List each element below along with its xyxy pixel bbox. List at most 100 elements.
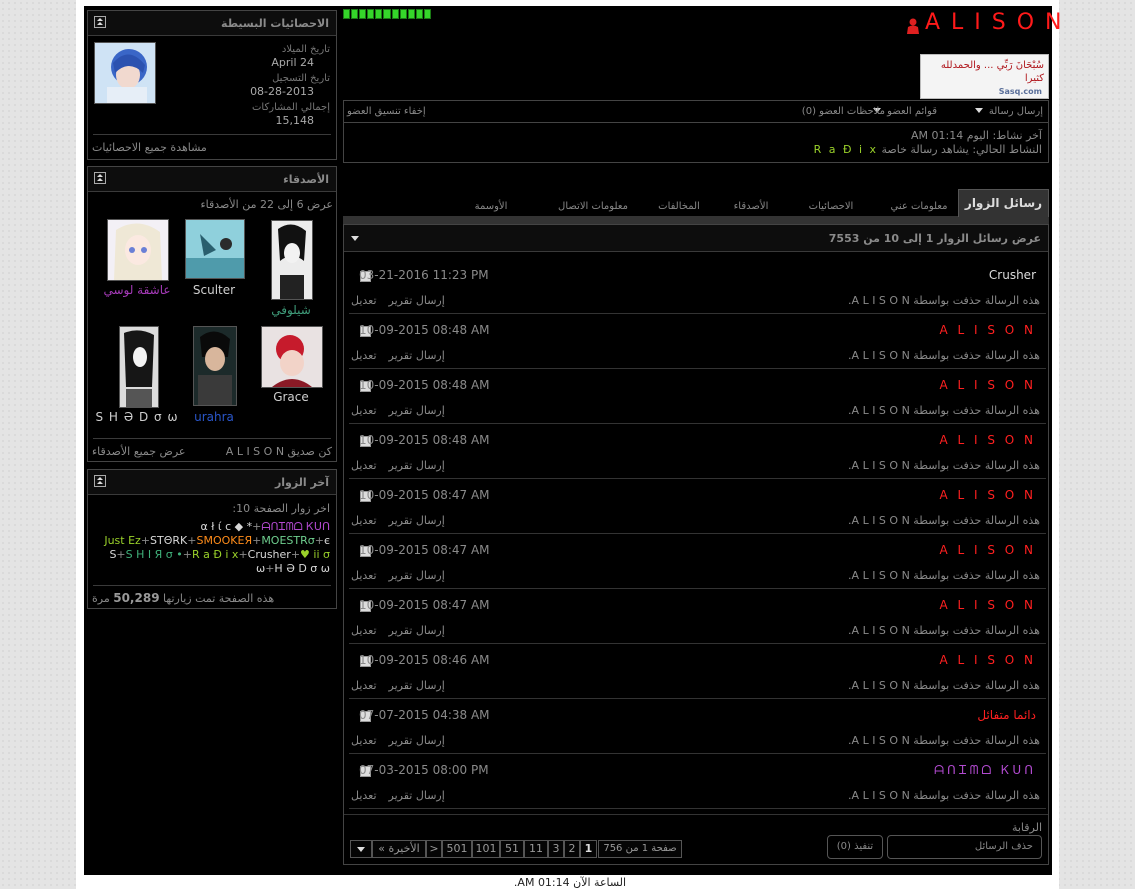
- visitor-name[interactable]: ω: [256, 562, 265, 575]
- friend-name[interactable]: عاشقة لوسي: [92, 283, 182, 297]
- visit-count: هذه الصفحة تمت زيارتها 50,289 مرة: [92, 591, 274, 605]
- report-link[interactable]: إرسال تقرير: [389, 514, 445, 527]
- send-message-menu[interactable]: إرسال رسالة: [974, 106, 1043, 117]
- visitors-last10: اخر زوار الصفحة 10:: [232, 502, 330, 515]
- member-notes-link[interactable]: ملاحظات العضو (0): [802, 106, 885, 117]
- report-link[interactable]: إرسال تقرير: [389, 404, 445, 417]
- edit-link[interactable]: تعديل: [351, 679, 377, 692]
- report-link[interactable]: إرسال تقرير: [389, 349, 445, 362]
- message-row: 07-03-2015 08:00 PM ᗩᑎᏆᗰᗝ Ꮶᑌᑎ هذه الرسالة …: [349, 753, 1046, 809]
- view-all-friends-link[interactable]: عرض جميع الأصدقاء: [92, 445, 185, 458]
- collapse-icon[interactable]: [94, 16, 106, 28]
- page-1[interactable]: 1: [580, 840, 597, 858]
- pagination-menu[interactable]: [350, 840, 372, 858]
- message-sender[interactable]: A L I S O N: [939, 653, 1036, 667]
- user-title-image-site: Sasq.com: [998, 87, 1042, 96]
- edit-link[interactable]: تعديل: [351, 294, 377, 307]
- visitor-name[interactable]: ᗩᑎᏆᗰᗝ Ꮶᑌᑎ: [261, 520, 330, 533]
- report-link[interactable]: إرسال تقرير: [389, 624, 445, 637]
- report-link[interactable]: إرسال تقرير: [389, 294, 445, 307]
- friend-name[interactable]: S H Ә D σ ω: [92, 410, 182, 424]
- profile-username: A L I S O N: [925, 10, 1064, 35]
- report-link[interactable]: إرسال تقرير: [389, 734, 445, 747]
- message-sender[interactable]: A L I S O N: [939, 378, 1036, 392]
- friend-avatar[interactable]: [261, 326, 323, 388]
- current-activity-user[interactable]: R a Đ i x: [814, 143, 878, 156]
- visitor-name[interactable]: R a Đ i x: [192, 548, 238, 561]
- message-sender[interactable]: A L I S O N: [939, 598, 1036, 612]
- friend-name[interactable]: urahra: [169, 410, 259, 424]
- tab-about-me[interactable]: معلومات عني: [880, 195, 958, 217]
- visitor-separator: +: [252, 520, 262, 533]
- message-time: 08:48 AM: [432, 433, 490, 447]
- friend-avatar[interactable]: [193, 326, 237, 406]
- message-sender[interactable]: ᗩᑎᏆᗰᗝ Ꮶᑌᑎ: [934, 763, 1036, 778]
- visitor-name[interactable]: SMOOKEЯ: [196, 534, 252, 547]
- profile-menu-bar: [343, 100, 1049, 123]
- tab-awards[interactable]: الأوسمة: [452, 195, 530, 217]
- moderation-execute-button[interactable]: (0) تنفيذ: [827, 835, 883, 859]
- tab-statistics[interactable]: الاحصائيات: [792, 195, 870, 217]
- collapse-icon[interactable]: [94, 172, 106, 184]
- next-page[interactable]: >: [426, 840, 442, 858]
- message-controls: إرسال تقرير تعديل: [351, 349, 445, 362]
- message-sender[interactable]: A L I S O N: [939, 433, 1036, 447]
- visitor-separator: +: [140, 534, 151, 547]
- tab-friends[interactable]: الأصدقاء: [712, 195, 790, 217]
- report-link[interactable]: إرسال تقرير: [389, 569, 445, 582]
- last-page[interactable]: الأخيرة »: [372, 840, 426, 858]
- friend-avatar[interactable]: [107, 219, 169, 281]
- visitors-title: آخر الزوار: [88, 470, 336, 495]
- message-date: 10-09-2015: [359, 433, 429, 447]
- page-501[interactable]: 501: [442, 840, 472, 858]
- report-link[interactable]: إرسال تقرير: [389, 789, 445, 802]
- friend-avatar[interactable]: [271, 220, 313, 300]
- friend-avatar[interactable]: [185, 219, 245, 279]
- page-3[interactable]: 3: [548, 840, 564, 858]
- page-101[interactable]: 101: [472, 840, 500, 858]
- edit-link[interactable]: تعديل: [351, 349, 377, 362]
- moderation-select[interactable]: حذف الرسائل: [887, 835, 1042, 859]
- edit-link[interactable]: تعديل: [351, 789, 377, 802]
- page-11[interactable]: 11: [524, 840, 548, 858]
- visit-count-suffix: مرة: [92, 592, 110, 605]
- message-sender[interactable]: A L I S O N: [939, 488, 1036, 502]
- chevron-down-icon[interactable]: [351, 236, 359, 241]
- tab-contact-info[interactable]: معلومات الاتصال: [548, 195, 638, 217]
- view-all-stats-link[interactable]: مشاهدة جميع الاحصائيات: [92, 141, 207, 154]
- message-row: 10-09-2015 08:47 AM A L I S O N هذه الرسال…: [349, 478, 1046, 534]
- visitor-name[interactable]: Crusher: [248, 548, 291, 561]
- edit-link[interactable]: تعديل: [351, 624, 377, 637]
- message-sender[interactable]: A L I S O N: [939, 543, 1036, 557]
- edit-link[interactable]: تعديل: [351, 514, 377, 527]
- page-2[interactable]: 2: [564, 840, 580, 858]
- report-link[interactable]: إرسال تقرير: [389, 459, 445, 472]
- message-body: هذه الرسالة حذفت بواسطة A L I S O N.: [848, 789, 1040, 802]
- edit-link[interactable]: تعديل: [351, 734, 377, 747]
- visitor-name[interactable]: STΘRK: [150, 534, 187, 547]
- page-51[interactable]: 51: [500, 840, 524, 858]
- message-sender[interactable]: دائما متفائل: [977, 708, 1036, 722]
- visitor-name[interactable]: • S H I Я σ: [126, 548, 183, 561]
- be-friend-link[interactable]: كن صديق A L I S O N: [226, 445, 332, 458]
- hide-style-link[interactable]: إخفاء تنسيق العضو: [347, 106, 426, 117]
- edit-link[interactable]: تعديل: [351, 459, 377, 472]
- friend-name[interactable]: Sculter: [169, 283, 259, 297]
- message-row: 10-09-2015 08:47 AM A L I S O N هذه الرسال…: [349, 533, 1046, 589]
- friend-name[interactable]: Grace: [246, 390, 336, 404]
- collapse-icon[interactable]: [94, 475, 106, 487]
- message-sender[interactable]: Crusher: [989, 268, 1036, 282]
- message-date: 10-09-2015: [359, 543, 429, 557]
- report-link[interactable]: إرسال تقرير: [389, 679, 445, 692]
- friend-name[interactable]: شيلوفي: [246, 303, 336, 317]
- edit-link[interactable]: تعديل: [351, 569, 377, 582]
- bottom-sep: [344, 814, 1048, 815]
- friend-avatar[interactable]: [119, 326, 159, 408]
- edit-link[interactable]: تعديل: [351, 404, 377, 417]
- current-activity-label: النشاط الحالي: يشاهد رسالة خاصة: [881, 143, 1042, 156]
- tab-infractions[interactable]: المخالفات: [640, 195, 718, 217]
- message-sender[interactable]: A L I S O N: [939, 323, 1036, 337]
- tabs-baseline: [343, 216, 1049, 224]
- visitor-name[interactable]: MOESTRσ: [261, 534, 314, 547]
- current-activity: النشاط الحالي: يشاهد رسالة خاصة R a Đ i …: [814, 143, 1042, 156]
